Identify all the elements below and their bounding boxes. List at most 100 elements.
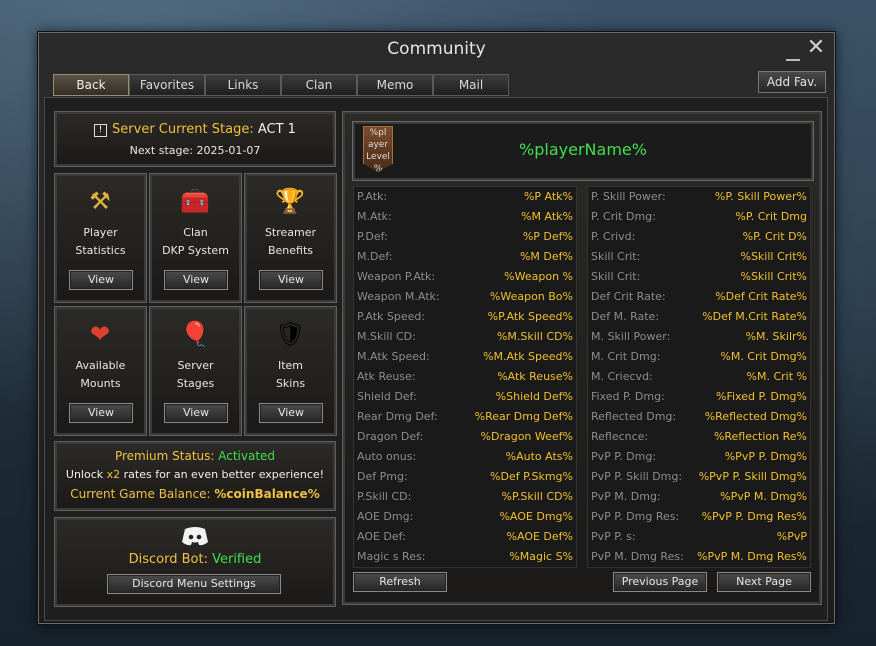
stat-row: M. Criecvd: %M. Crit % bbox=[588, 367, 810, 387]
tab-links[interactable]: Links bbox=[205, 74, 281, 96]
stat-value: %Reflection Re% bbox=[713, 430, 807, 443]
stat-row: Weapon M.Atk: %Weapon Bo% bbox=[354, 287, 576, 307]
tile-server-stages: 🎈 Server Stages View bbox=[149, 306, 242, 436]
stat-row: Dragon Def: %Dragon Weef% bbox=[354, 427, 576, 447]
next-page-button[interactable]: Next Page bbox=[717, 572, 811, 592]
stat-label: M. Skill Power: bbox=[591, 330, 671, 343]
tab-favorites[interactable]: Favorites bbox=[129, 74, 205, 96]
next-stage-text: Next stage: 2025-01-07 bbox=[129, 144, 261, 157]
stat-row: M.Atk Speed: %M.Atk Speed% bbox=[354, 347, 576, 367]
stats-column-left: P.Atk: %P Atk% M.Atk: %M Atk% P.Def: %P Def% M… bbox=[353, 186, 577, 568]
stat-label: AOE Def: bbox=[357, 530, 406, 543]
unlock-post: rates for an even better experience! bbox=[120, 468, 325, 481]
stat-value: %Weapon % bbox=[504, 270, 573, 283]
stat-value: %P.Atk Speed% bbox=[487, 310, 573, 323]
stat-value: %Shield Def% bbox=[495, 390, 573, 403]
stat-value: %M Def% bbox=[519, 250, 573, 263]
stat-value: %Def M.Crit Rate% bbox=[702, 310, 807, 323]
stat-row: Auto onus: %Auto Ats% bbox=[354, 447, 576, 467]
stat-value: %M. Skilr% bbox=[745, 330, 807, 343]
stat-row: P.Atk Speed: %P.Atk Speed% bbox=[354, 307, 576, 327]
stat-value: %Weapon Bo% bbox=[489, 290, 573, 303]
tile-clan-dkp: 🧰 Clan DKP System View bbox=[149, 173, 242, 303]
tile-streamer-benefits: 🏆 Streamer Benefits View bbox=[244, 173, 337, 303]
game-balance: Current Game Balance: %coinBalance% bbox=[57, 487, 333, 501]
stat-value: %P. Crit Dmg bbox=[735, 210, 807, 223]
stat-value: %PvP P. Dmg% bbox=[724, 450, 807, 463]
tab-memo[interactable]: Memo bbox=[357, 74, 433, 96]
view-clan-dkp-button[interactable]: View bbox=[164, 270, 228, 290]
stat-label: PvP M. Dmg Res: bbox=[591, 550, 684, 563]
stat-label: AOE Dmg: bbox=[357, 510, 414, 523]
stat-label: Fixed P. Dmg: bbox=[591, 390, 665, 403]
stat-label: P. Crivd: bbox=[591, 230, 636, 243]
stat-label: P.Skill CD: bbox=[357, 490, 412, 503]
tab-clan[interactable]: Clan bbox=[281, 74, 357, 96]
stat-row: Rear Dmg Def: %Rear Dmg Def% bbox=[354, 407, 576, 427]
stat-value: %PvP M. Dmg% bbox=[720, 490, 807, 503]
player-stats-panel: %pl ayer Level % %playerName% P.Atk: %P A… bbox=[342, 111, 822, 605]
stat-value: %Rear Dmg Def% bbox=[474, 410, 573, 423]
stat-row: P.Skill CD: %P.Skill CD% bbox=[354, 487, 576, 507]
balance-value: %coinBalance% bbox=[214, 487, 320, 501]
stat-row: M.Skill CD: %M.Skill CD% bbox=[354, 327, 576, 347]
close-button[interactable]: ✕ bbox=[806, 37, 826, 59]
stat-value: %M.Skill CD% bbox=[496, 330, 573, 343]
previous-page-button[interactable]: Previous Page bbox=[613, 572, 707, 592]
view-server-stages-button[interactable]: View bbox=[164, 403, 228, 423]
stat-label: Dragon Def: bbox=[357, 430, 424, 443]
unlock-pre: Unlock bbox=[65, 468, 107, 481]
stat-value: %Skill Crit% bbox=[740, 270, 808, 283]
stage-title-value: ACT 1 bbox=[257, 122, 296, 137]
stats-column-right: P. Skill Power: %P. Skill Power% P. Crit D… bbox=[587, 186, 811, 568]
stat-value: %P Atk% bbox=[523, 190, 573, 203]
minimize-button[interactable] bbox=[786, 45, 800, 61]
stat-label: P. Skill Power: bbox=[591, 190, 666, 203]
tab-mail[interactable]: Mail bbox=[433, 74, 509, 96]
tile-label: Server Stages bbox=[176, 359, 215, 390]
stat-row: Fixed P. Dmg: %Fixed P. Dmg% bbox=[588, 387, 810, 407]
premium-panel: Premium Status: Activated Unlock x2 rate… bbox=[54, 441, 336, 511]
stat-row: P.Def: %P Def% bbox=[354, 227, 576, 247]
server-stage-panel: ! Server Current Stage: ACT 1 Next stage:… bbox=[54, 111, 336, 167]
stat-value: %AOE Dmg% bbox=[499, 510, 573, 523]
stat-row: Shield Def: %Shield Def% bbox=[354, 387, 576, 407]
view-player-statistics-button[interactable]: View bbox=[69, 270, 133, 290]
stat-row: PvP P. s: %PvP bbox=[588, 527, 810, 547]
stat-label: PvP M. Dmg: bbox=[591, 490, 661, 503]
discord-icon bbox=[181, 526, 209, 546]
tab-back[interactable]: Back bbox=[53, 74, 129, 96]
stat-label: Weapon P.Atk: bbox=[357, 270, 436, 283]
crossed-hammers-icon: ⚒ bbox=[89, 187, 111, 215]
stage-title: ! Server Current Stage: ACT 1 bbox=[57, 122, 333, 137]
stat-label: P.Def: bbox=[357, 230, 388, 243]
stat-row: Reflecnce: %Reflection Re% bbox=[588, 427, 810, 447]
stat-label: PvP P. Skill Dmg: bbox=[591, 470, 683, 483]
stat-value: %M. Crit % bbox=[746, 370, 807, 383]
tile-label: Available Mounts bbox=[75, 359, 126, 390]
stat-value: %P. Crit D% bbox=[742, 230, 807, 243]
stat-value: %P. Skill Power% bbox=[714, 190, 807, 203]
view-available-mounts-button[interactable]: View bbox=[69, 403, 133, 423]
premium-status-label: Premium Status: bbox=[114, 449, 219, 463]
stat-value: %Fixed P. Dmg% bbox=[716, 390, 807, 403]
discord-bot-status: Discord Bot: Verified bbox=[57, 552, 333, 567]
tile-label: Player Statistics bbox=[75, 226, 126, 257]
treasure-chest-icon: 🧰 bbox=[180, 187, 210, 215]
stat-row: AOE Dmg: %AOE Dmg% bbox=[354, 507, 576, 527]
refresh-button[interactable]: Refresh bbox=[353, 572, 447, 592]
view-item-skins-button[interactable]: View bbox=[259, 403, 323, 423]
stat-label: P. Crit Dmg: bbox=[591, 210, 656, 223]
stat-row: Skill Crit: %Skill Crit% bbox=[588, 247, 810, 267]
stat-label: Reflected Dmg: bbox=[591, 410, 677, 423]
stat-value: %PvP M. Dmg Res% bbox=[697, 550, 807, 563]
discord-menu-settings-button[interactable]: Discord Menu Settings bbox=[107, 574, 281, 594]
stat-row: PvP P. Dmg Res: %PvP P. Dmg Res% bbox=[588, 507, 810, 527]
view-streamer-benefits-button[interactable]: View bbox=[259, 270, 323, 290]
discord-bot-label: Discord Bot: bbox=[128, 552, 213, 567]
add-favorite-button[interactable]: Add Fav. bbox=[758, 71, 826, 93]
stat-row: PvP P. Skill Dmg: %PvP P. Skill Dmg% bbox=[588, 467, 810, 487]
discord-panel: Discord Bot: Verified Discord Menu Setti… bbox=[54, 517, 336, 607]
stat-row: Magic s Res: %Magic S% bbox=[354, 547, 576, 567]
stat-label: Def M. Rate: bbox=[591, 310, 660, 323]
